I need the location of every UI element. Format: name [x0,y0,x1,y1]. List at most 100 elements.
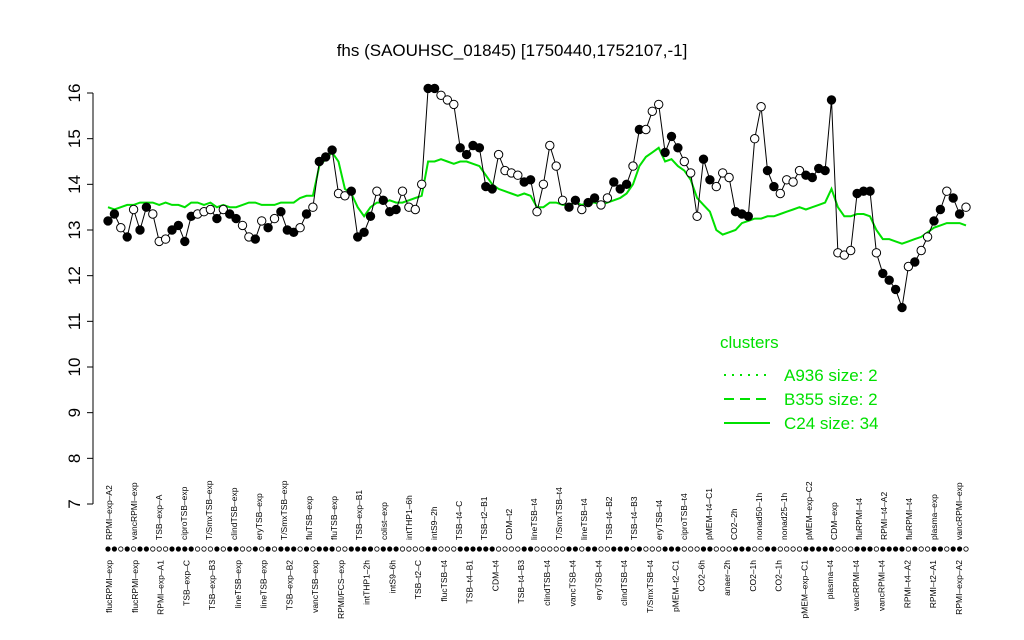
data-point [666,131,677,142]
x-tick-label: vancTSB–exp [310,560,320,613]
rug-marker [329,546,335,552]
data-points [103,83,971,313]
rug-marker [732,546,739,552]
data-point [474,143,485,153]
data-point [724,172,734,183]
rug-marker [207,546,213,552]
data-point [128,204,139,215]
rug-marker [540,546,547,552]
rug-marker [521,546,527,552]
expression-series-line [107,87,967,308]
rug-marker [931,546,937,552]
x-tick-label: lineTSB–exp [233,560,243,608]
rug-marker [579,546,585,552]
rug-marker [745,546,751,552]
data-point [756,102,766,112]
legend-entry-label: B355 size: 2 [784,390,878,409]
data-point [461,149,472,160]
rug-marker [438,546,444,552]
rug-marker [431,546,438,552]
rug-marker [444,546,450,552]
data-point [109,209,120,219]
rug-marker [707,546,713,552]
rug-marker [380,546,386,552]
x-tick-label: TSB–t4–B3 [516,560,526,604]
rug-marker [764,546,771,552]
expression-line [107,87,967,308]
data-point [871,248,882,258]
rug-marker [124,546,130,552]
data-point [743,211,753,222]
x-tick-label: T/SmxTSB–exp [204,480,214,540]
rug-marker [419,546,425,552]
data-point [775,188,785,199]
rug-marker [950,546,956,552]
rug-marker [630,546,636,552]
rug-marker [355,546,361,552]
rug-marker [636,546,643,552]
data-point [609,177,619,187]
data-point [493,149,504,160]
rug-marker [310,546,316,552]
rug-marker [463,546,470,552]
rug-marker [854,546,860,552]
data-point [890,284,901,295]
rug-marker [534,546,540,552]
x-tick-label: CO2–2h [729,508,739,540]
x-tick-label: pMEM–exp–C1 [799,560,809,619]
x-tick-label: CO2–1h [774,560,784,592]
data-point [397,186,408,196]
data-point [122,232,132,242]
x-tick-label: nonad50–1h [754,492,764,540]
data-point [769,181,779,192]
y-tick-label: 12 [65,266,84,285]
rug-marker [752,546,758,552]
y-tick-label: 14 [65,175,84,194]
condition-rug [105,546,969,552]
rug-marker [483,546,489,552]
chart-canvas: fhs (SAOUHSC_01845) [1750440,1752107,-1]… [65,41,971,619]
data-point [564,202,574,212]
data-point [455,143,465,153]
data-point [679,156,689,167]
rug-marker [150,546,156,552]
x-tick-label: eryTSB–exp [254,493,264,540]
x-tick-label: CDM–t4 [490,560,500,591]
data-point [788,177,798,187]
rug-marker [668,546,675,552]
data-point [961,202,971,212]
rug-marker [720,546,726,552]
data-point [948,193,958,203]
rug-marker [585,546,591,552]
rug-marker [771,546,777,552]
rug-marker [713,546,719,552]
data-point [954,209,965,219]
x-tick-label: RPMI–t2–A1 [928,560,938,608]
rug-marker [777,546,783,552]
rug-marker [559,546,566,552]
x-tick-label: intS9–6h [387,560,397,594]
data-point [621,179,632,190]
rug-marker [227,546,233,552]
rug-marker [566,546,572,552]
x-tick-label: lineTSB–t4 [529,498,539,540]
data-point [180,236,190,247]
rug-marker [156,546,162,552]
legend: clusters A936 size: 2 B355 size: 2 C24 siz… [720,333,879,433]
rug-marker [892,546,899,552]
x-tick-label: RPMI–exp–A2 [954,560,964,615]
data-point [359,227,369,238]
data-point [525,175,536,185]
rug-marker [553,546,559,552]
data-point [173,220,184,231]
data-point [698,154,709,164]
data-point [916,245,926,256]
x-tick-label: vancRPMI–t4 [851,560,861,611]
rug-marker [643,546,649,552]
x-tick-label: TSB–exp–B1 [354,490,364,540]
rug-marker [476,546,482,552]
x-tick-label: RPMI–t4–A2 [879,492,889,540]
x-tick-label: TSB–t4–B3 [629,496,639,540]
rug-marker [348,546,354,552]
rug-marker [835,546,841,552]
